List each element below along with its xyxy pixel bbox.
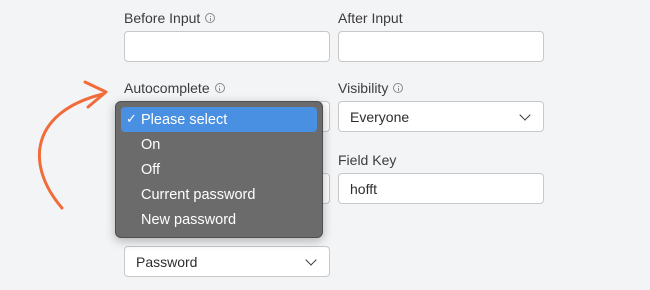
after-input-label: After Input: [338, 9, 403, 27]
visibility-label: Visibility: [338, 79, 404, 97]
dropdown-option-on[interactable]: On: [121, 132, 317, 157]
after-input-label-text: After Input: [338, 10, 403, 26]
autocomplete-label-text: Autocomplete: [124, 80, 210, 96]
chevron-down-icon: [305, 253, 317, 266]
visibility-label-text: Visibility: [338, 80, 389, 96]
info-icon[interactable]: [393, 83, 404, 93]
dropdown-option-off[interactable]: Off: [121, 157, 317, 182]
field-key-input[interactable]: hofft: [338, 173, 544, 204]
type-select-value: Password: [136, 253, 198, 270]
visibility-select-value: Everyone: [350, 108, 410, 125]
autocomplete-dropdown-menu: ✓ Please select On Off Current password …: [115, 101, 323, 238]
before-input-label: Before Input: [124, 9, 216, 27]
visibility-select[interactable]: Everyone: [338, 101, 544, 132]
dropdown-option-label: On: [141, 136, 161, 153]
before-input-label-text: Before Input: [124, 10, 201, 26]
dropdown-option-please-select[interactable]: ✓ Please select: [121, 107, 317, 132]
dropdown-option-label: Please select: [141, 111, 228, 128]
info-icon[interactable]: [205, 13, 216, 23]
checkmark-icon: ✓: [126, 111, 137, 126]
chevron-down-icon: [519, 108, 531, 121]
dropdown-option-label: Off: [141, 161, 161, 178]
dropdown-option-new-password[interactable]: New password: [121, 207, 317, 232]
field-key-label-text: Field Key: [338, 152, 397, 168]
dropdown-option-label: Current password: [141, 186, 256, 203]
after-input-field[interactable]: [338, 31, 544, 62]
before-input-field[interactable]: [124, 31, 330, 62]
dropdown-option-label: New password: [141, 211, 237, 228]
type-select[interactable]: Password: [124, 246, 330, 277]
autocomplete-label: Autocomplete: [124, 79, 225, 97]
dropdown-option-current-password[interactable]: Current password: [121, 182, 317, 207]
info-icon[interactable]: [214, 83, 225, 93]
field-key-label: Field Key: [338, 151, 396, 169]
